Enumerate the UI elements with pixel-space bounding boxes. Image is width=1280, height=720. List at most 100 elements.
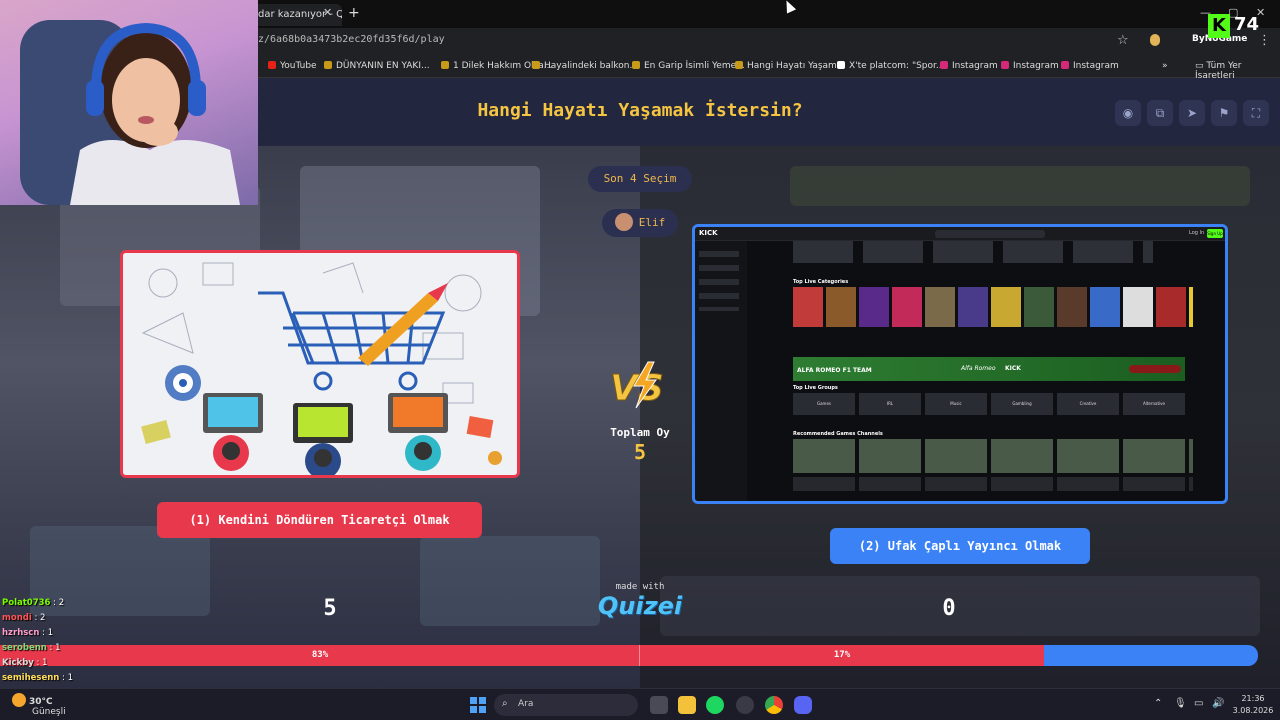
bookmark-star-icon[interactable]: ☆ [1117, 33, 1129, 48]
taskbar-search[interactable]: ⌕ Ara [494, 694, 638, 716]
obs-icon[interactable] [736, 696, 754, 714]
quizei-logo[interactable]: Quizei [590, 592, 690, 620]
bookmark-favicon-icon [532, 61, 540, 69]
taskbar: 30°C Güneşli ⌕ Ara ⌃ 🎙 ▭ 🔊 21:36 3.08.20… [0, 688, 1280, 720]
option-left-image[interactable] [120, 250, 520, 478]
bookmark-item[interactable]: Hayalindeki balkon... [532, 61, 638, 71]
kick-promo-label: ALFA ROMEO F1 TEAM [797, 367, 872, 374]
chrome-icon[interactable] [765, 696, 783, 714]
url-field[interactable]: z/6a68b0a3473b2ec20fd35f6d/play [258, 34, 445, 45]
vote-progress-bar: 83% 17% [0, 645, 1258, 666]
task-view-icon[interactable] [650, 696, 668, 714]
bookmark-item[interactable]: DÜNYANIN EN YAKI... [324, 61, 430, 71]
search-icon: ⌕ [502, 698, 508, 709]
chat-username: mondi [2, 613, 32, 623]
bookmark-label: Hangi Hayatı Yaşam... [747, 61, 846, 71]
copy-icon[interactable]: ⧉ [1147, 100, 1173, 126]
extension-icon[interactable] [1150, 34, 1160, 46]
vs-text: VS [610, 368, 664, 409]
kick-category-tile [1090, 287, 1120, 327]
discord-icon[interactable] [794, 696, 812, 714]
bookmark-label: En Garip İsimli Yeme... [644, 61, 745, 71]
chat-username: Kickby [2, 658, 34, 668]
new-tab-button[interactable]: + [348, 5, 360, 21]
bookmark-item[interactable]: Instagram [1061, 61, 1119, 71]
kick-groups: Games IRL Music Gambling Creative Alternative [793, 393, 1193, 415]
flag-icon[interactable]: ⚑ [1211, 100, 1237, 126]
chat-username: hzrhscn [2, 628, 40, 638]
bookmark-item[interactable]: X'te platcom: "Spor... [837, 61, 944, 71]
bookmark-item[interactable]: Instagram [1001, 61, 1059, 71]
chat-text: 1 [47, 628, 54, 638]
kick-category-tile [793, 287, 823, 327]
bookmark-favicon-icon [1001, 61, 1009, 69]
bookmark-item[interactable]: En Garip İsimli Yeme... [632, 61, 745, 71]
network-icon[interactable]: ▭ [1194, 698, 1203, 709]
kick-category-tile [991, 287, 1021, 327]
kick-channel-meta [793, 477, 1193, 491]
chat-message: semihesenn : 1 [2, 673, 122, 688]
chat-text: 1 [42, 658, 48, 668]
kick-category-tile [1123, 287, 1153, 327]
kick-category-tile [1189, 287, 1193, 327]
bookmark-item[interactable]: Instagram [940, 61, 998, 71]
bookmark-favicon-icon [837, 61, 845, 69]
last-choices-chip[interactable]: Son 4 Seçim [588, 166, 692, 192]
system-clock[interactable]: 21:36 3.08.2026 [1230, 693, 1276, 717]
vs-logo: VS [606, 360, 672, 410]
kick-top-categories: Top Live Categories [793, 279, 849, 285]
right-vote-count: 0 [942, 596, 956, 621]
kick-category-grid [793, 287, 1193, 327]
tray-expand-icon[interactable]: ⌃ [1154, 698, 1162, 709]
chat-text: 1 [67, 673, 74, 683]
windows-start-icon[interactable] [470, 697, 486, 713]
option-right-image[interactable]: KICK Log In Sign Up Top Live Categories … [692, 224, 1228, 504]
kick-promo-logo: KICK [1005, 365, 1021, 372]
bookmark-favicon-icon [268, 61, 276, 69]
weather-desc: Güneşli [32, 707, 66, 717]
chat-message: mondi : 2 [2, 613, 122, 628]
right-percent-segment: 17% [640, 645, 1044, 666]
weather-temp: 30°C [29, 697, 53, 707]
chat-overlay: Polat0736 : 2 mondi : 2 hzrhscn : 1 seroben… [2, 598, 122, 688]
file-explorer-icon[interactable] [678, 696, 696, 714]
player-chip: Elif [602, 209, 678, 237]
bookmark-favicon-icon [324, 61, 332, 69]
weather-widget[interactable]: 30°C Güneşli [12, 693, 66, 717]
bookmark-label: Hayalindeki balkon... [544, 61, 639, 71]
clock-time: 21:36 [1241, 694, 1265, 703]
bookmark-item[interactable]: YouTube [268, 61, 317, 71]
kick-category-tile [892, 287, 922, 327]
kick-icon: K [1208, 14, 1230, 38]
webcam-overlay [0, 0, 258, 205]
fullscreen-icon[interactable]: ⛶ [1243, 100, 1269, 126]
progress-divider [639, 645, 640, 666]
kick-category-tile [859, 287, 889, 327]
kick-category-tile [826, 287, 856, 327]
viewer-count: 74 [1234, 14, 1260, 35]
right-percent-label: 17% [833, 650, 851, 660]
bookmarks-overflow-icon[interactable]: » [1162, 61, 1168, 71]
left-vote-count: 5 [323, 596, 337, 621]
kick-group-tile: Alternative [1123, 393, 1185, 415]
kick-header: KICK Log In Sign Up [695, 227, 1225, 241]
option-left-button[interactable]: (1) Kendini Döndüren Ticaretçi Olmak [157, 502, 482, 538]
chat-message: Kickby : 1 [2, 658, 122, 673]
spotify-icon[interactable] [706, 696, 724, 714]
send-icon[interactable]: ➤ [1179, 100, 1205, 126]
chat-separator: : [50, 598, 59, 608]
bookmark-item[interactable]: Hangi Hayatı Yaşam... [735, 61, 845, 71]
kick-logo: KICK [699, 229, 718, 237]
kick-group-tile: IRL [859, 393, 921, 415]
total-votes-label: Toplam Oy [610, 426, 670, 439]
avatar [614, 213, 633, 231]
option-right-button[interactable]: (2) Ufak Çaplı Yayıncı Olmak [830, 528, 1090, 564]
eye-icon[interactable]: ◉ [1115, 100, 1141, 126]
kick-viewer-badge: K 74 [1208, 14, 1266, 38]
chat-message: hzrhscn : 1 [2, 628, 122, 643]
bookmark-label: YouTube [280, 61, 317, 71]
microphone-icon[interactable]: 🎙 [1174, 698, 1187, 709]
volume-icon[interactable]: 🔊 [1212, 698, 1224, 709]
tab-close-icon[interactable]: ✕ [323, 6, 332, 19]
chat-separator: : [59, 673, 68, 683]
